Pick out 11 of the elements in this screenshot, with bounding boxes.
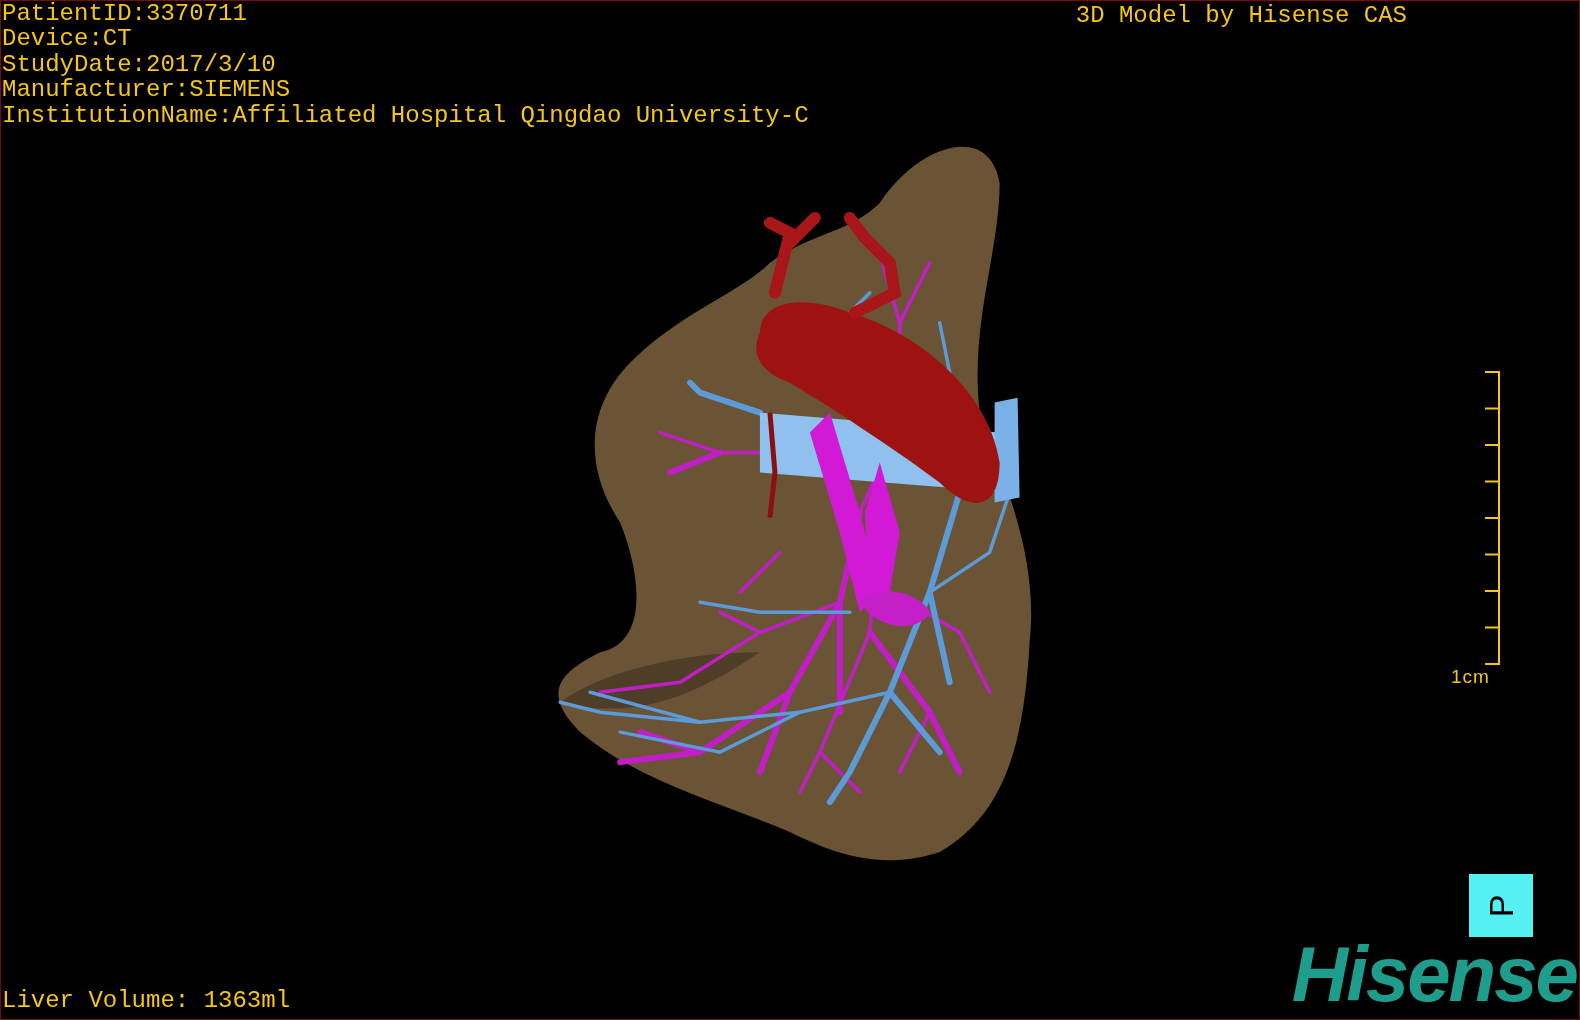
orientation-letter: P [1484, 894, 1518, 917]
scale-label: 1cm [1451, 666, 1490, 689]
patient-info-text: PatientID:3370711 [2, 1, 248, 27]
patient-info-text: StudyDate:2017/3/10 [2, 51, 277, 78]
model-title: 3D Model by Hisense CAS [1075, 1, 1407, 31]
patient-info-text: InstitutionName:Affiliated Hospital Qingdao University-C [2, 102, 809, 129]
patient-info-text: Manufacturer:SIEMENS [2, 77, 292, 103]
brand-logo: Hisense [1291, 941, 1577, 1007]
patient-info-text: Device:CT [2, 26, 133, 52]
orientation-cube[interactable]: P [1469, 874, 1533, 937]
liver-volume-text: Liver Volume: 1363ml [1, 987, 291, 1015]
